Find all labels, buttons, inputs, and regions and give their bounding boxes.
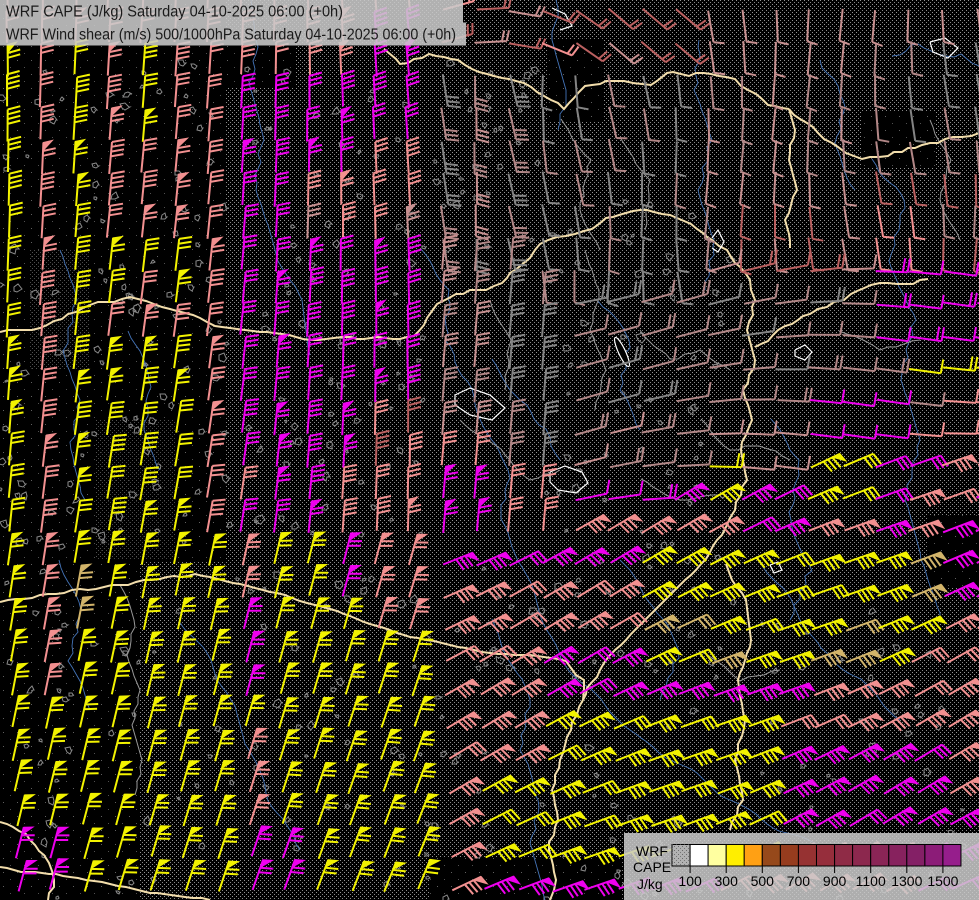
svg-text:900: 900 bbox=[823, 873, 847, 889]
svg-text:1500: 1500 bbox=[927, 873, 958, 889]
svg-text:J/kg: J/kg bbox=[637, 876, 663, 892]
svg-text:700: 700 bbox=[787, 873, 811, 889]
svg-text:100: 100 bbox=[678, 873, 702, 889]
svg-text:500: 500 bbox=[751, 873, 775, 889]
svg-text:WRF: WRF bbox=[636, 843, 668, 859]
svg-text:1300: 1300 bbox=[891, 873, 922, 889]
svg-text:WRF CAPE (J/kg) Saturday 04-10: WRF CAPE (J/kg) Saturday 04-10-2025 06:0… bbox=[6, 4, 343, 21]
svg-text:CAPE: CAPE bbox=[633, 859, 671, 875]
svg-text:WRF Wind shear (m/s) 500/1000h: WRF Wind shear (m/s) 500/1000hPa Saturda… bbox=[6, 27, 456, 44]
svg-text:1100: 1100 bbox=[856, 873, 886, 889]
svg-text:300: 300 bbox=[715, 873, 739, 889]
